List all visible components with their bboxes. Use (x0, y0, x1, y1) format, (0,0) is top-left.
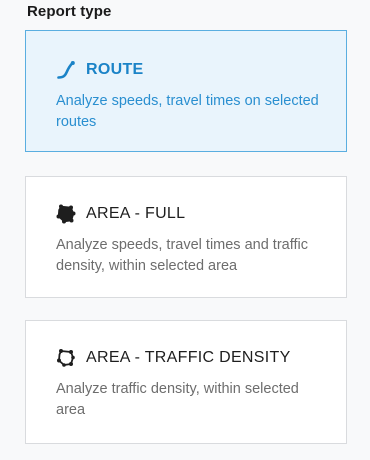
report-option-header: AREA - FULL (56, 204, 185, 224)
route-icon (56, 60, 76, 80)
report-option-header: ROUTE (56, 60, 144, 80)
area-full-icon (56, 204, 76, 224)
report-option-title: AREA - FULL (86, 205, 186, 222)
report-option-title: AREA - TRAFFIC DENSITY (86, 349, 291, 366)
section-title: Report type (27, 3, 112, 20)
report-option-route[interactable]: ROUTE Analyze speeds, travel times on se… (25, 30, 347, 152)
area-density-icon (56, 348, 76, 368)
report-option-area-traffic-density[interactable]: AREA - TRAFFIC DENSITY Analyze traffic d… (25, 320, 347, 444)
report-option-description: Analyze traffic density, within selected… (56, 381, 299, 418)
report-option-description: Analyze speeds, travel times on selected… (56, 93, 319, 130)
report-type-panel: Report type ROUTE Analyze speeds, travel… (0, 0, 370, 460)
report-option-title: ROUTE (86, 61, 144, 78)
report-option-description: Analyze speeds, travel times and traffic… (56, 237, 308, 274)
report-option-area-full[interactable]: AREA - FULL Analyze speeds, travel times… (25, 176, 347, 298)
report-option-header: AREA - TRAFFIC DENSITY (56, 348, 291, 368)
